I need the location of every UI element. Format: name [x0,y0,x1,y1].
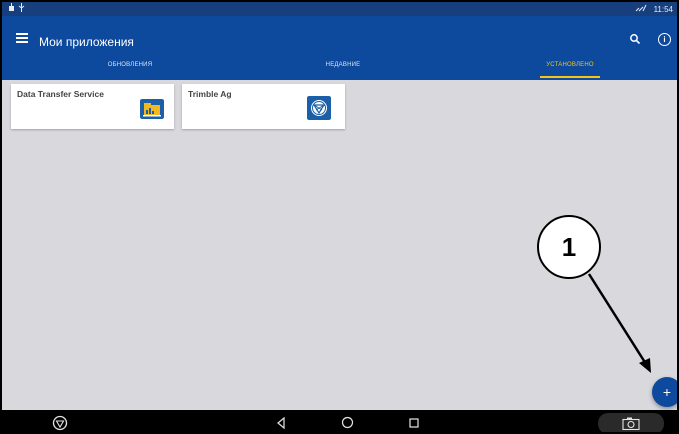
trimble-logo-icon[interactable] [52,415,68,431]
camera-icon [622,417,640,430]
add-icon: + [662,384,672,400]
recents-icon[interactable] [409,418,419,428]
back-icon[interactable] [276,417,286,429]
navigation-bar [2,410,677,432]
camera-button[interactable] [598,413,664,432]
add-button[interactable]: + [652,377,677,407]
annotation-callout: 1 [537,215,601,279]
screen-frame: 11:54 Мои приложения i ОБНОВЛЕНИЯ НЕДАВН… [0,0,679,434]
home-icon[interactable] [341,416,354,429]
